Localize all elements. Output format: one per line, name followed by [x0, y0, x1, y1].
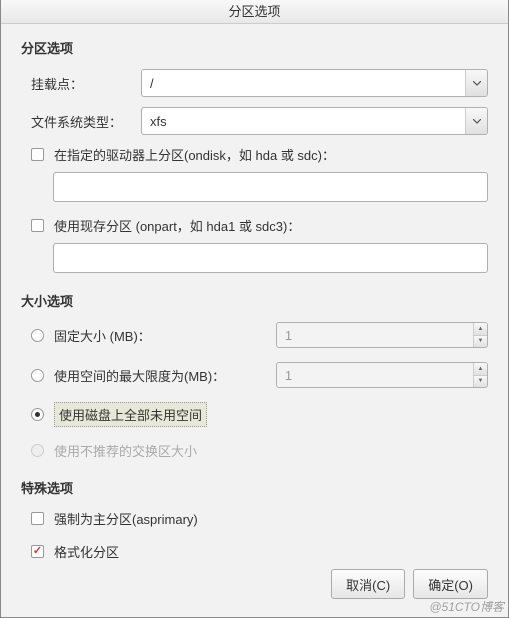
- spinner-buttons[interactable]: ▲ ▼: [473, 363, 487, 387]
- ondisk-input-wrap: [53, 172, 488, 202]
- dialog-button-bar: 取消(C) 确定(O): [331, 569, 488, 599]
- onpart-input-wrap: [53, 243, 488, 273]
- max-size-radio[interactable]: [31, 369, 44, 382]
- spinner-up-icon[interactable]: ▲: [473, 323, 487, 336]
- fixed-size-spinner[interactable]: ▲ ▼: [276, 322, 488, 348]
- spinner-down-icon[interactable]: ▼: [473, 336, 487, 348]
- max-size-input[interactable]: [276, 362, 488, 388]
- size-options-heading: 大小选项: [21, 291, 488, 310]
- asprimary-row: 强制为主分区(asprimary): [21, 509, 488, 528]
- mount-point-input[interactable]: [141, 69, 488, 97]
- asprimary-checkbox[interactable]: [31, 512, 44, 525]
- onpart-label: 使用现存分区 (onpart，如 hda1 或 sdc3)：: [54, 216, 300, 235]
- chevron-down-icon[interactable]: [465, 108, 487, 134]
- dialog-title: 分区选项: [1, 0, 508, 24]
- fixed-size-label: 固定大小 (MB)：: [54, 326, 276, 345]
- spinner-up-icon[interactable]: ▲: [473, 363, 487, 376]
- mount-point-select[interactable]: [141, 69, 488, 97]
- format-checkbox[interactable]: [31, 545, 44, 558]
- swap-radio: [31, 444, 44, 457]
- max-size-row: 使用空间的最大限度为(MB)： ▲ ▼: [21, 362, 488, 388]
- asprimary-label: 强制为主分区(asprimary): [54, 509, 198, 528]
- onpart-check-row: 使用现存分区 (onpart，如 hda1 或 sdc3)：: [21, 216, 488, 235]
- ondisk-label: 在指定的驱动器上分区(ondisk，如 hda 或 sdc)：: [54, 145, 335, 164]
- ondisk-checkbox[interactable]: [31, 148, 44, 161]
- onpart-input[interactable]: [53, 243, 488, 273]
- cancel-button[interactable]: 取消(C): [331, 569, 405, 599]
- fixed-size-row: 固定大小 (MB)： ▲ ▼: [21, 322, 488, 348]
- dialog-content: 分区选项 挂载点： 文件系统类型： 在指定的驱动器上分区(ondisk，如 hd…: [1, 24, 508, 579]
- format-row: 格式化分区: [21, 542, 488, 561]
- partition-options-heading: 分区选项: [21, 38, 488, 57]
- ondisk-input[interactable]: [53, 172, 488, 202]
- swap-label: 使用不推荐的交换区大小: [54, 441, 197, 460]
- special-options-heading: 特殊选项: [21, 478, 488, 497]
- fill-disk-row: 使用磁盘上全部未用空间: [21, 402, 488, 427]
- watermark-text: @51CTO博客: [429, 598, 504, 615]
- mount-point-label: 挂载点：: [31, 74, 141, 93]
- ondisk-check-row: 在指定的驱动器上分区(ondisk，如 hda 或 sdc)：: [21, 145, 488, 164]
- fs-type-input[interactable]: [141, 107, 488, 135]
- onpart-checkbox[interactable]: [31, 219, 44, 232]
- fill-disk-label: 使用磁盘上全部未用空间: [54, 402, 207, 427]
- fixed-size-radio[interactable]: [31, 329, 44, 342]
- format-label: 格式化分区: [54, 542, 119, 561]
- mount-point-row: 挂载点：: [21, 69, 488, 97]
- partition-options-dialog: 分区选项 分区选项 挂载点： 文件系统类型： 在指定的驱动: [0, 0, 509, 618]
- fs-type-select[interactable]: [141, 107, 488, 135]
- spinner-buttons[interactable]: ▲ ▼: [473, 323, 487, 347]
- ok-button[interactable]: 确定(O): [413, 569, 488, 599]
- swap-row: 使用不推荐的交换区大小: [21, 441, 488, 460]
- max-size-spinner[interactable]: ▲ ▼: [276, 362, 488, 388]
- spinner-down-icon[interactable]: ▼: [473, 376, 487, 388]
- fill-disk-radio[interactable]: [31, 408, 44, 421]
- fs-type-label: 文件系统类型：: [31, 112, 141, 131]
- fs-type-row: 文件系统类型：: [21, 107, 488, 135]
- chevron-down-icon[interactable]: [465, 70, 487, 96]
- fixed-size-input[interactable]: [276, 322, 488, 348]
- max-size-label: 使用空间的最大限度为(MB)：: [54, 366, 276, 385]
